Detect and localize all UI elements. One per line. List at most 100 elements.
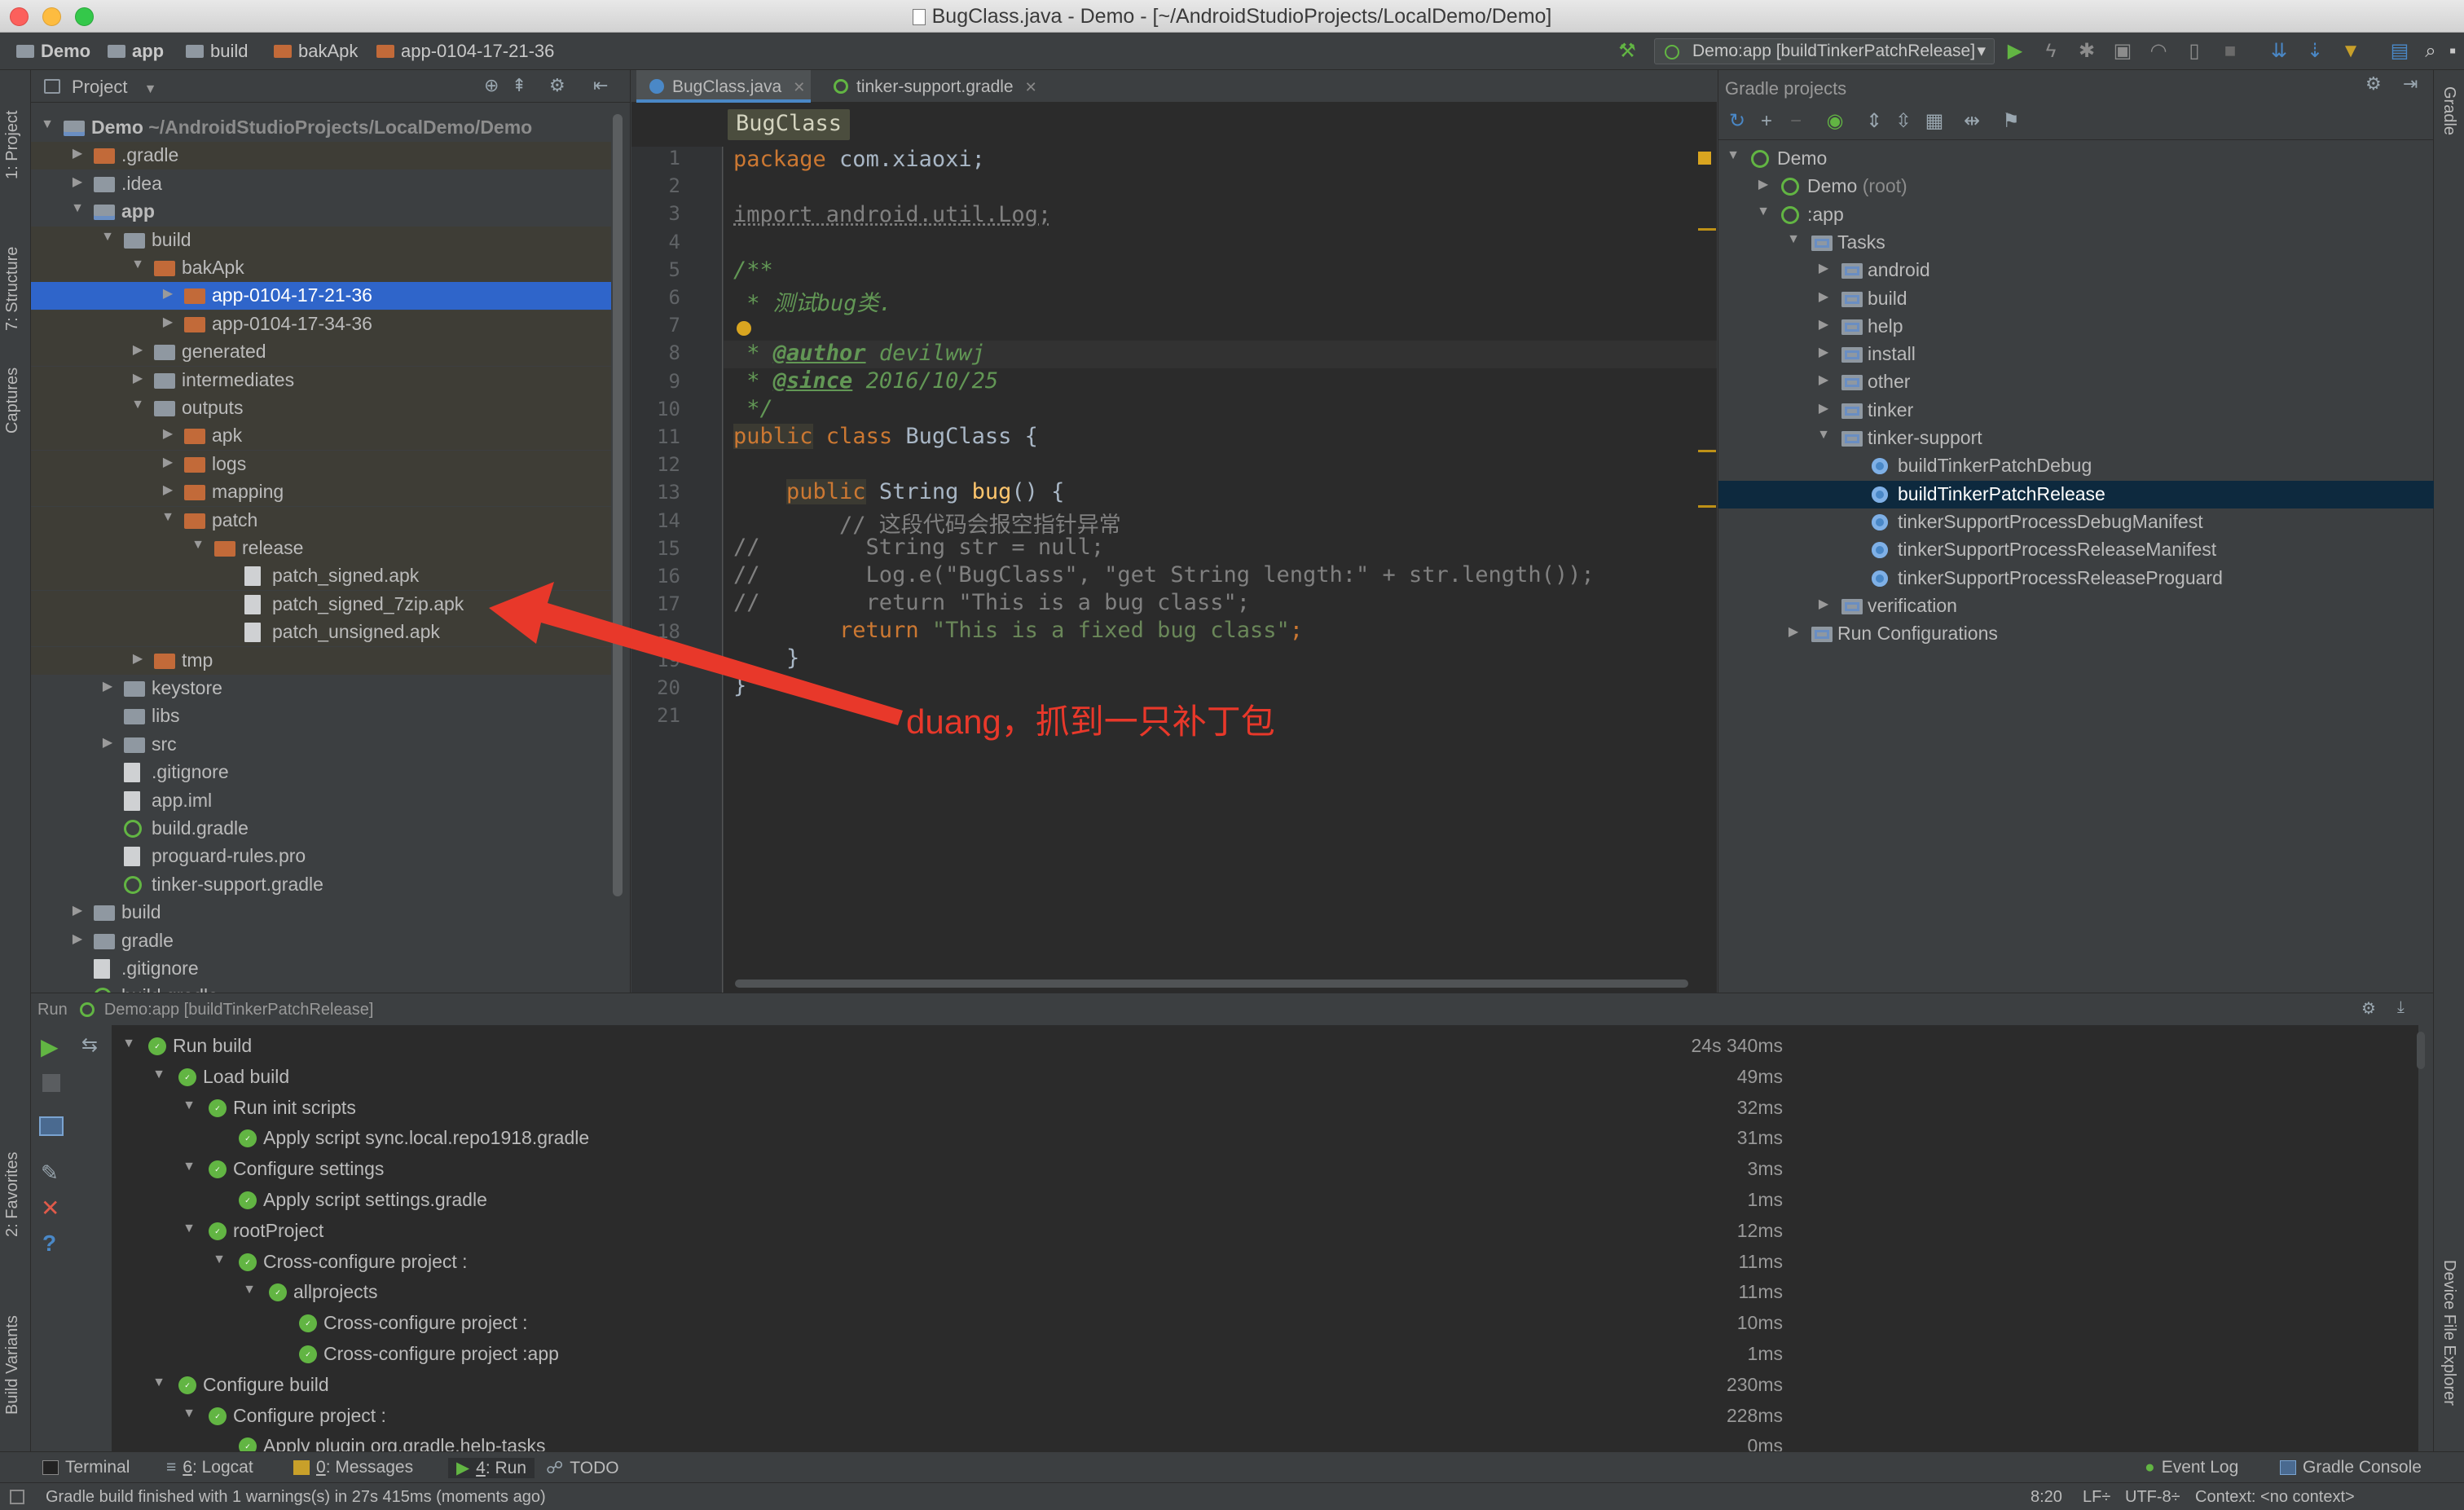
gradle-item-android[interactable]: ▶ android xyxy=(1718,257,2434,284)
group-tasks-icon[interactable]: ▦ xyxy=(1924,111,1945,132)
run-step-row[interactable]: ▼ ✓ Run build 24s 340ms xyxy=(112,1032,1783,1063)
gradle-item-other[interactable]: ▶ other xyxy=(1718,368,2434,396)
line-separator[interactable]: LF÷ xyxy=(2083,1488,2110,1507)
gradle-item-buildtinkerpatchrelease[interactable]: buildTinkerPatchRelease xyxy=(1718,480,2434,508)
run-step-row[interactable]: ▼ ✓ Configure settings 3ms xyxy=(112,1155,1783,1186)
remove-icon[interactable]: − xyxy=(1785,111,1806,132)
run-step-row[interactable]: ▼ ✓ Run init scripts 32ms xyxy=(112,1094,1783,1125)
gradle-item-demo[interactable]: ▼ Demo xyxy=(1718,145,2434,173)
hide-panel-icon[interactable]: ⇥ xyxy=(2403,73,2418,95)
expanded-arrow-icon[interactable]: ▼ xyxy=(1755,205,1771,219)
expand-all-icon[interactable]: ⇕ xyxy=(1863,111,1885,132)
offline-mode-icon[interactable]: ⇹ xyxy=(1961,111,1982,132)
close-run-icon[interactable]: ✕ xyxy=(41,1195,59,1222)
gradle-item-build[interactable]: ▶ build xyxy=(1718,285,2434,313)
tab-messages[interactable]: 0: Messages xyxy=(293,1458,413,1477)
gradle-item-demo[interactable]: ▶ Demo (root) xyxy=(1718,173,2434,200)
gradle-item-verification[interactable]: ▶ verification xyxy=(1718,592,2434,620)
run-step-row[interactable]: ▼ ✓ Load build 49ms xyxy=(112,1063,1783,1094)
tab-logcat[interactable]: ≡ 6: Logcat xyxy=(166,1458,253,1477)
expanded-arrow-icon[interactable]: ▼ xyxy=(181,1407,197,1421)
status-message[interactable]: Gradle build finished with 1 warnings(s)… xyxy=(46,1488,546,1507)
collapsed-arrow-icon[interactable]: ▶ xyxy=(1815,596,1832,612)
collapsed-arrow-icon[interactable]: ▶ xyxy=(1815,344,1832,360)
collapsed-arrow-icon[interactable]: ▶ xyxy=(1815,372,1832,388)
gradle-item-label: build xyxy=(1868,287,1907,309)
run-step-row[interactable]: ✓ Cross-configure project : 10ms xyxy=(112,1309,1783,1340)
run-step-label: Apply script sync.local.repo1918.gradle xyxy=(263,1127,590,1149)
gradle-panel-title: Gradle projects xyxy=(1725,78,1847,99)
expanded-arrow-icon[interactable]: ▼ xyxy=(241,1283,257,1297)
expanded-arrow-icon[interactable]: ▼ xyxy=(121,1037,137,1051)
run-config-label[interactable]: Demo:app [buildTinkerPatchRelease] xyxy=(104,1001,374,1019)
execute-task-icon[interactable]: ◉ xyxy=(1824,111,1846,132)
run-step-label: allprojects xyxy=(293,1281,378,1303)
collapsed-arrow-icon[interactable]: ▶ xyxy=(1815,400,1832,416)
run-step-label: Run init scripts xyxy=(233,1096,356,1118)
run-step-row[interactable]: ▼ ✓ Cross-configure project : 11ms xyxy=(112,1248,1783,1279)
collapsed-arrow-icon[interactable]: ▶ xyxy=(1815,316,1832,332)
gradle-item-run-configurations[interactable]: ▶ Run Configurations xyxy=(1718,620,2434,648)
tab-todo[interactable]: ☍ TODO xyxy=(546,1458,619,1478)
stop-icon[interactable] xyxy=(42,1074,60,1092)
tab-terminal[interactable]: Terminal xyxy=(42,1458,130,1477)
expanded-arrow-icon[interactable]: ▼ xyxy=(181,1222,197,1236)
toggle-view-icon[interactable]: ⇆ xyxy=(81,1033,98,1057)
gradle-item-help[interactable]: ▶ help xyxy=(1718,313,2434,341)
expanded-arrow-icon[interactable]: ▼ xyxy=(211,1252,227,1267)
run-step-row[interactable]: ▼ ✓ rootProject 12ms xyxy=(112,1217,1783,1248)
success-check-icon: ✓ xyxy=(178,1068,196,1086)
toggle-tool-windows-icon[interactable] xyxy=(10,1490,24,1504)
gradle-item-app[interactable]: ▼ :app xyxy=(1718,201,2434,229)
restore-layout-icon[interactable] xyxy=(39,1116,64,1136)
expanded-arrow-icon[interactable]: ▼ xyxy=(1725,148,1741,163)
gradle-item-tinker[interactable]: ▶ tinker xyxy=(1718,397,2434,425)
file-encoding[interactable]: UTF-8÷ xyxy=(2125,1488,2180,1507)
collapse-all-icon[interactable]: ⇳ xyxy=(1893,111,1914,132)
run-step-row[interactable]: ✓ Cross-configure project :app 1ms xyxy=(112,1340,1783,1371)
collapsed-arrow-icon[interactable]: ▶ xyxy=(1755,176,1771,192)
caret-position[interactable]: 8:20 xyxy=(2031,1488,2062,1507)
collapsed-arrow-icon[interactable]: ▶ xyxy=(1785,623,1802,640)
expanded-arrow-icon[interactable]: ▼ xyxy=(181,1098,197,1113)
pin-icon[interactable]: ✎ xyxy=(41,1160,59,1186)
todo-icon: ☍ xyxy=(546,1459,564,1477)
task-group-folder-icon xyxy=(1841,319,1863,335)
gradle-item-tinkersupportprocessreleasemanifest[interactable]: tinkerSupportProcessReleaseManifest xyxy=(1718,536,2434,564)
gradle-item-tinkersupportprocessreleaseproguard[interactable]: tinkerSupportProcessReleaseProguard xyxy=(1718,565,2434,592)
collapsed-arrow-icon[interactable]: ▶ xyxy=(1815,260,1832,276)
add-icon[interactable]: + xyxy=(1756,111,1777,132)
hide-panel-icon[interactable]: ⤓ xyxy=(2397,998,2405,1017)
run-scrollbar[interactable] xyxy=(2417,1032,2425,1069)
gradle-item-tinkersupportprocessdebugmanifest[interactable]: tinkerSupportProcessDebugManifest xyxy=(1718,508,2434,536)
help-icon[interactable]: ? xyxy=(42,1230,56,1257)
gradle-settings-icon[interactable]: ⚑ xyxy=(2000,111,2022,132)
expanded-arrow-icon[interactable]: ▼ xyxy=(181,1160,197,1174)
run-step-row[interactable]: ▼ ✓ allprojects 11ms xyxy=(112,1278,1783,1309)
expanded-arrow-icon[interactable]: ▼ xyxy=(1785,232,1802,247)
run-step-row[interactable]: ✓ Apply script sync.local.repo1918.gradle… xyxy=(112,1124,1783,1155)
run-step-row[interactable]: ✓ Apply script settings.gradle 1ms xyxy=(112,1186,1783,1217)
collapsed-arrow-icon[interactable]: ▶ xyxy=(1815,288,1832,305)
tab-gradle-console[interactable]: Gradle Console xyxy=(2280,1458,2422,1477)
tab-event-log[interactable]: ● Event Log xyxy=(2145,1458,2238,1477)
expanded-arrow-icon[interactable]: ▼ xyxy=(151,1376,167,1390)
gradle-item-tinker-support[interactable]: ▼ tinker-support xyxy=(1718,425,2434,452)
refresh-icon[interactable]: ↻ xyxy=(1727,111,1748,132)
gear-icon[interactable]: ⚙ xyxy=(2365,73,2382,95)
tab-run[interactable]: ▶ 4: Run xyxy=(448,1458,535,1478)
expanded-arrow-icon[interactable]: ▼ xyxy=(1815,428,1832,442)
success-check-icon: ✓ xyxy=(299,1314,317,1333)
gear-icon[interactable]: ⚙ xyxy=(2361,998,2376,1019)
run-step-row[interactable]: ▼ ✓ Configure project : 228ms xyxy=(112,1402,1783,1433)
gradle-item-label: :app xyxy=(1807,203,1844,225)
run-step-duration: 24s 340ms xyxy=(1691,1035,1783,1056)
rerun-icon[interactable]: ▶ xyxy=(41,1033,59,1060)
gradle-item-tasks[interactable]: ▼ Tasks xyxy=(1718,229,2434,257)
gradle-item-label: Tasks xyxy=(1837,231,1885,253)
gradle-item-install[interactable]: ▶ install xyxy=(1718,341,2434,368)
gradle-item-buildtinkerpatchdebug[interactable]: buildTinkerPatchDebug xyxy=(1718,452,2434,480)
run-step-row[interactable]: ▼ ✓ Configure build 230ms xyxy=(112,1371,1783,1402)
expanded-arrow-icon[interactable]: ▼ xyxy=(151,1068,167,1082)
bottom-tool-tabs: Terminal ≡ 6: Logcat 0: Messages ▶ 4: Run … xyxy=(0,1451,2464,1482)
